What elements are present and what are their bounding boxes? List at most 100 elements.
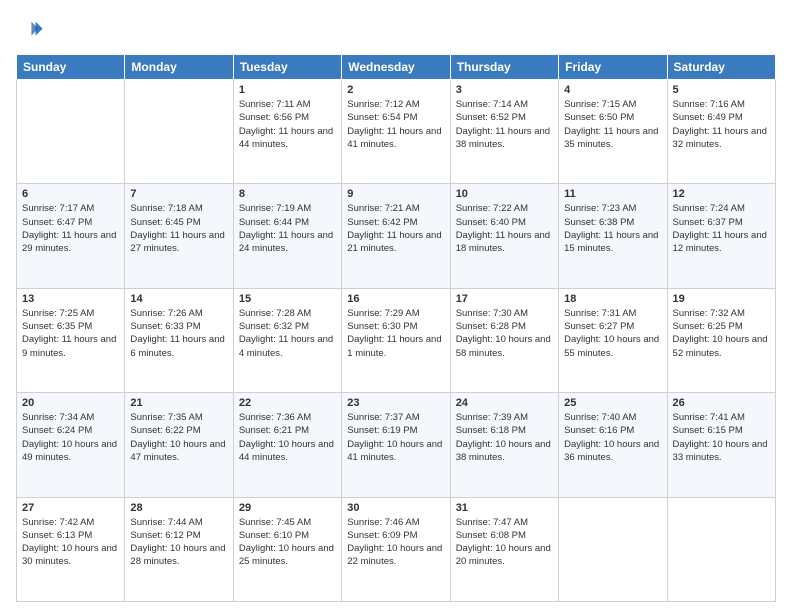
day-info: Sunrise: 7:39 AM Sunset: 6:18 PM Dayligh…: [456, 411, 553, 464]
day-info: Sunrise: 7:28 AM Sunset: 6:32 PM Dayligh…: [239, 307, 336, 360]
calendar-cell: 24 Sunrise: 7:39 AM Sunset: 6:18 PM Dayli…: [450, 393, 558, 497]
day-number: 9: [347, 188, 444, 200]
day-number: 18: [564, 293, 661, 305]
calendar-cell: 2Sunrise: 7:12 AM Sunset: 6:54 PM Daylig…: [342, 80, 450, 184]
calendar-cell: 21 Sunrise: 7:35 AM Sunset: 6:22 PM Dayli…: [125, 393, 233, 497]
calendar-cell: 26Sunrise: 7:41 AM Sunset: 6:15 PM Dayli…: [667, 393, 775, 497]
calendar-cell: 9Sunrise: 7:21 AM Sunset: 6:42 PM Daylig…: [342, 184, 450, 288]
day-info: Sunrise: 7:41 AM Sunset: 6:15 PM Dayligh…: [673, 411, 770, 464]
day-info: Sunrise: 7:37 AM Sunset: 6:19 PM Dayligh…: [347, 411, 444, 464]
day-info: Sunrise: 7:19 AM Sunset: 6:44 PM Dayligh…: [239, 202, 336, 255]
day-number: 11: [564, 188, 661, 200]
day-number: 4: [564, 84, 661, 96]
day-number: 13: [22, 293, 119, 305]
calendar-week-row: 27 Sunrise: 7:42 AM Sunset: 6:13 PM Dayli…: [17, 497, 776, 601]
calendar-cell: 14 Sunrise: 7:26 AM Sunset: 6:33 PM Dayli…: [125, 288, 233, 392]
calendar-cell: 31Sunrise: 7:47 AM Sunset: 6:08 PM Dayli…: [450, 497, 558, 601]
logo: [16, 16, 48, 44]
calendar-week-row: 13Sunrise: 7:25 AM Sunset: 6:35 PM Dayli…: [17, 288, 776, 392]
calendar-table: SundayMondayTuesdayWednesdayThursdayFrid…: [16, 54, 776, 602]
day-info: Sunrise: 7:47 AM Sunset: 6:08 PM Dayligh…: [456, 516, 553, 569]
day-info: Sunrise: 7:15 AM Sunset: 6:50 PM Dayligh…: [564, 98, 661, 151]
calendar-cell: 15 Sunrise: 7:28 AM Sunset: 6:32 PM Dayli…: [233, 288, 341, 392]
calendar-day-header: Saturday: [667, 55, 775, 80]
calendar-week-row: 1 Sunrise: 7:11 AM Sunset: 6:56 PM Daylig…: [17, 80, 776, 184]
day-info: Sunrise: 7:23 AM Sunset: 6:38 PM Dayligh…: [564, 202, 661, 255]
calendar-cell: 17 Sunrise: 7:30 AM Sunset: 6:28 PM Dayli…: [450, 288, 558, 392]
day-number: 23: [347, 397, 444, 409]
day-number: 2: [347, 84, 444, 96]
day-number: 8: [239, 188, 336, 200]
calendar-cell: 27 Sunrise: 7:42 AM Sunset: 6:13 PM Dayli…: [17, 497, 125, 601]
calendar-cell: [559, 497, 667, 601]
calendar-week-row: 20 Sunrise: 7:34 AM Sunset: 6:24 PM Dayli…: [17, 393, 776, 497]
calendar-cell: 11 Sunrise: 7:23 AM Sunset: 6:38 PM Dayli…: [559, 184, 667, 288]
day-info: Sunrise: 7:40 AM Sunset: 6:16 PM Dayligh…: [564, 411, 661, 464]
day-number: 28: [130, 502, 227, 514]
day-number: 25: [564, 397, 661, 409]
calendar-cell: 22Sunrise: 7:36 AM Sunset: 6:21 PM Dayli…: [233, 393, 341, 497]
day-number: 22: [239, 397, 336, 409]
day-number: 7: [130, 188, 227, 200]
day-number: 20: [22, 397, 119, 409]
day-info: Sunrise: 7:35 AM Sunset: 6:22 PM Dayligh…: [130, 411, 227, 464]
calendar-cell: 5Sunrise: 7:16 AM Sunset: 6:49 PM Daylig…: [667, 80, 775, 184]
calendar-cell: 19 Sunrise: 7:32 AM Sunset: 6:25 PM Dayli…: [667, 288, 775, 392]
day-info: Sunrise: 7:14 AM Sunset: 6:52 PM Dayligh…: [456, 98, 553, 151]
day-info: Sunrise: 7:34 AM Sunset: 6:24 PM Dayligh…: [22, 411, 119, 464]
day-number: 29: [239, 502, 336, 514]
calendar-cell: 30Sunrise: 7:46 AM Sunset: 6:09 PM Dayli…: [342, 497, 450, 601]
calendar-cell: 20 Sunrise: 7:34 AM Sunset: 6:24 PM Dayli…: [17, 393, 125, 497]
page-container: SundayMondayTuesdayWednesdayThursdayFrid…: [0, 0, 792, 612]
day-info: Sunrise: 7:44 AM Sunset: 6:12 PM Dayligh…: [130, 516, 227, 569]
calendar-day-header: Monday: [125, 55, 233, 80]
calendar-day-header: Tuesday: [233, 55, 341, 80]
day-number: 16: [347, 293, 444, 305]
day-number: 1: [239, 84, 336, 96]
day-number: 19: [673, 293, 770, 305]
day-info: Sunrise: 7:46 AM Sunset: 6:09 PM Dayligh…: [347, 516, 444, 569]
calendar-week-row: 6 Sunrise: 7:17 AM Sunset: 6:47 PM Daylig…: [17, 184, 776, 288]
day-info: Sunrise: 7:45 AM Sunset: 6:10 PM Dayligh…: [239, 516, 336, 569]
calendar-cell: 6 Sunrise: 7:17 AM Sunset: 6:47 PM Daylig…: [17, 184, 125, 288]
calendar-cell: 25 Sunrise: 7:40 AM Sunset: 6:16 PM Dayli…: [559, 393, 667, 497]
day-number: 6: [22, 188, 119, 200]
calendar-cell: 7 Sunrise: 7:18 AM Sunset: 6:45 PM Daylig…: [125, 184, 233, 288]
day-number: 17: [456, 293, 553, 305]
day-number: 14: [130, 293, 227, 305]
day-number: 10: [456, 188, 553, 200]
day-number: 15: [239, 293, 336, 305]
day-number: 3: [456, 84, 553, 96]
calendar-cell: 1 Sunrise: 7:11 AM Sunset: 6:56 PM Daylig…: [233, 80, 341, 184]
calendar-cell: 28 Sunrise: 7:44 AM Sunset: 6:12 PM Dayli…: [125, 497, 233, 601]
page-header: [16, 16, 776, 44]
day-number: 27: [22, 502, 119, 514]
calendar-cell: 23 Sunrise: 7:37 AM Sunset: 6:19 PM Dayli…: [342, 393, 450, 497]
calendar-cell: 3 Sunrise: 7:14 AM Sunset: 6:52 PM Daylig…: [450, 80, 558, 184]
day-info: Sunrise: 7:26 AM Sunset: 6:33 PM Dayligh…: [130, 307, 227, 360]
calendar-day-header: Sunday: [17, 55, 125, 80]
day-info: Sunrise: 7:22 AM Sunset: 6:40 PM Dayligh…: [456, 202, 553, 255]
day-info: Sunrise: 7:29 AM Sunset: 6:30 PM Dayligh…: [347, 307, 444, 360]
calendar-header-row: SundayMondayTuesdayWednesdayThursdayFrid…: [17, 55, 776, 80]
day-info: Sunrise: 7:32 AM Sunset: 6:25 PM Dayligh…: [673, 307, 770, 360]
logo-icon: [16, 16, 44, 44]
calendar-cell: [17, 80, 125, 184]
day-info: Sunrise: 7:17 AM Sunset: 6:47 PM Dayligh…: [22, 202, 119, 255]
calendar-cell: [667, 497, 775, 601]
day-number: 24: [456, 397, 553, 409]
calendar-cell: 12Sunrise: 7:24 AM Sunset: 6:37 PM Dayli…: [667, 184, 775, 288]
day-number: 5: [673, 84, 770, 96]
day-number: 21: [130, 397, 227, 409]
calendar-cell: 16 Sunrise: 7:29 AM Sunset: 6:30 PM Dayli…: [342, 288, 450, 392]
day-info: Sunrise: 7:11 AM Sunset: 6:56 PM Dayligh…: [239, 98, 336, 151]
day-info: Sunrise: 7:18 AM Sunset: 6:45 PM Dayligh…: [130, 202, 227, 255]
calendar-cell: 8 Sunrise: 7:19 AM Sunset: 6:44 PM Daylig…: [233, 184, 341, 288]
day-info: Sunrise: 7:42 AM Sunset: 6:13 PM Dayligh…: [22, 516, 119, 569]
day-info: Sunrise: 7:31 AM Sunset: 6:27 PM Dayligh…: [564, 307, 661, 360]
calendar-cell: [125, 80, 233, 184]
calendar-cell: 29 Sunrise: 7:45 AM Sunset: 6:10 PM Dayli…: [233, 497, 341, 601]
calendar-day-header: Friday: [559, 55, 667, 80]
calendar-cell: 18 Sunrise: 7:31 AM Sunset: 6:27 PM Dayli…: [559, 288, 667, 392]
day-info: Sunrise: 7:30 AM Sunset: 6:28 PM Dayligh…: [456, 307, 553, 360]
